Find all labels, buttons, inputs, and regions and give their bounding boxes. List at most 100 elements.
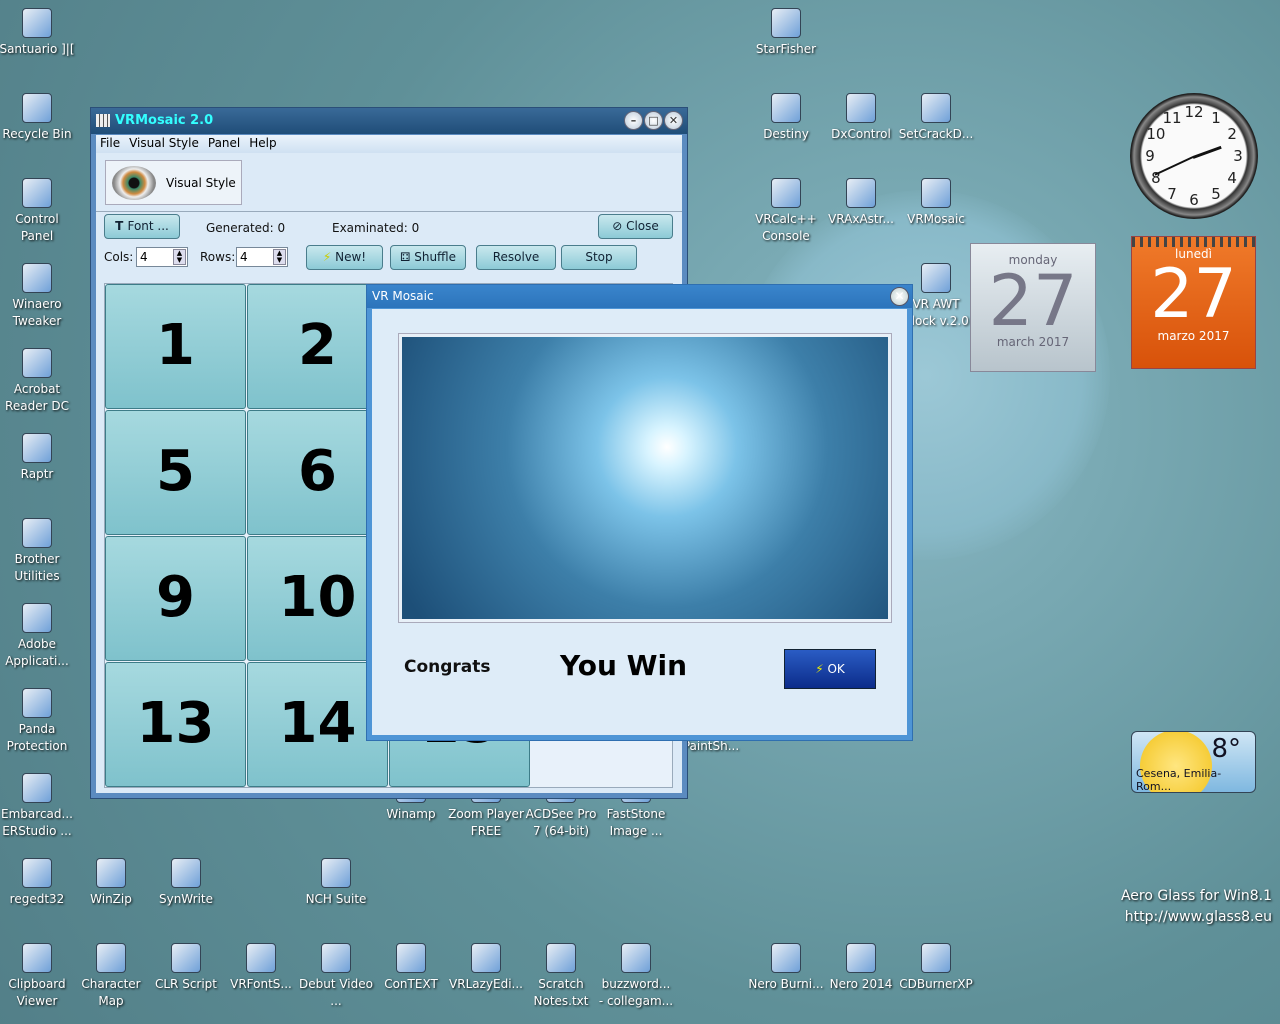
desktop-icon[interactable]: CDBurnerXP bbox=[898, 943, 974, 993]
desktop-icon-label: Character Map bbox=[81, 977, 141, 1008]
desktop-icon-label: Nero 2014 bbox=[829, 977, 893, 991]
app-icon bbox=[846, 178, 876, 208]
desktop-icon[interactable]: VRFontS... bbox=[223, 943, 299, 993]
ok-button[interactable]: ⚡ OK bbox=[784, 649, 876, 689]
menu-help[interactable]: Help bbox=[249, 136, 276, 152]
eye-icon bbox=[112, 165, 156, 200]
desktop-icon-label: FastStone Image ... bbox=[606, 807, 666, 838]
rows-spinner[interactable]: 4 ▲ ▼ bbox=[236, 247, 288, 267]
desktop-icon[interactable]: CLR Script bbox=[148, 943, 224, 993]
desktop-icon-label: Winaero Tweaker bbox=[12, 297, 62, 328]
app-icon bbox=[621, 943, 651, 973]
desktop-icon[interactable]: VRMosaic bbox=[898, 178, 974, 228]
desktop-icon[interactable]: Recycle Bin bbox=[0, 93, 75, 143]
desktop-icon[interactable]: NCH Suite bbox=[298, 858, 374, 908]
close-button[interactable]: ⊘ Close bbox=[598, 214, 673, 239]
desktop-icon-label: SetCrackD... bbox=[898, 127, 974, 141]
app-icon bbox=[321, 943, 351, 973]
desktop-icon[interactable]: Nero 2014 bbox=[823, 943, 899, 993]
visual-style-button[interactable]: Visual Style bbox=[105, 160, 242, 205]
desktop-icon[interactable]: Control Panel bbox=[0, 178, 75, 245]
font-icon: T bbox=[115, 219, 128, 233]
desktop-icon-label: Panda Protection bbox=[6, 722, 68, 753]
desktop-icon[interactable]: SynWrite bbox=[148, 858, 224, 908]
desktop-icon[interactable]: buzzword... - collegam... bbox=[598, 943, 674, 1010]
menu-visual-style[interactable]: Visual Style bbox=[129, 136, 199, 152]
app-icon bbox=[22, 518, 52, 548]
desktop-icon-label: NCH Suite bbox=[305, 892, 367, 906]
weather-gadget: 8° Cesena, Emilia-Rom... bbox=[1131, 731, 1256, 793]
tile-9[interactable]: 9 bbox=[105, 536, 246, 661]
desktop-icon[interactable]: WinZip bbox=[73, 858, 149, 908]
desktop-icon-label: DxControl bbox=[831, 127, 891, 141]
window-title: VRMosaic 2.0 bbox=[115, 113, 214, 128]
app-icon bbox=[96, 114, 110, 127]
desktop-icon[interactable]: Clipboard Viewer bbox=[0, 943, 75, 1010]
desktop-icon[interactable]: Debut Video ... bbox=[298, 943, 374, 1010]
tile-1[interactable]: 1 bbox=[105, 284, 246, 409]
desktop-icon[interactable]: ConTEXT bbox=[373, 943, 449, 993]
desktop-icon-label: ConTEXT bbox=[384, 977, 438, 991]
tile-5[interactable]: 5 bbox=[105, 410, 246, 535]
app-icon bbox=[22, 688, 52, 718]
win-dialog: VR Mosaic ✕ Congrats You Win ⚡ OK bbox=[366, 284, 913, 741]
desktop-icon[interactable]: Adobe Applicati... bbox=[0, 603, 75, 670]
menu-file[interactable]: File bbox=[100, 136, 120, 152]
desktop-icon[interactable]: VRCalc++ Console bbox=[748, 178, 824, 245]
desktop-icon[interactable]: Brother Utilities bbox=[0, 518, 75, 585]
close-window-button[interactable]: ✕ bbox=[664, 111, 683, 130]
desktop-icon[interactable]: StarFisher bbox=[748, 8, 824, 58]
desktop-icon[interactable]: Character Map bbox=[73, 943, 149, 1010]
app-icon bbox=[22, 773, 52, 803]
desktop-icon[interactable]: Panda Protection bbox=[0, 688, 75, 755]
dialog-close-button[interactable]: ✕ bbox=[890, 287, 909, 306]
font-button[interactable]: T Font ... bbox=[104, 214, 180, 239]
new-button[interactable]: ⚡ New! bbox=[306, 245, 383, 270]
desktop-icon-label: ACDSee Pro 7 (64-bit) bbox=[525, 807, 597, 838]
cols-spinner[interactable]: 4 ▲ ▼ bbox=[136, 247, 188, 267]
desktop-icon[interactable]: VRAxAstr... bbox=[823, 178, 899, 228]
desktop-icon[interactable]: SetCrackD... bbox=[898, 93, 974, 143]
desktop-icon[interactable]: Acrobat Reader DC bbox=[0, 348, 75, 415]
spinner-arrows-icon[interactable]: ▲ ▼ bbox=[173, 249, 186, 265]
desktop-icon[interactable]: VRLazyEdi... bbox=[448, 943, 524, 993]
desktop-icon-label: Winamp bbox=[386, 807, 436, 821]
resolve-button[interactable]: Resolve bbox=[476, 245, 556, 270]
desktop-icon-label: StarFisher bbox=[755, 42, 817, 56]
desktop-icon[interactable]: Scratch Notes.txt bbox=[523, 943, 599, 1010]
divider bbox=[96, 211, 682, 212]
desktop-icon[interactable]: Destiny bbox=[748, 93, 824, 143]
app-icon bbox=[96, 943, 126, 973]
menu-bar: File Visual Style Panel Help bbox=[96, 135, 682, 153]
app-icon bbox=[921, 263, 951, 293]
title-bar[interactable]: VRMosaic 2.0 – □ ✕ bbox=[91, 108, 687, 134]
rows-value: 4 bbox=[240, 250, 248, 264]
desktop-icon[interactable]: Winaero Tweaker bbox=[0, 263, 75, 330]
desktop-icon[interactable]: Nero Burni... bbox=[748, 943, 824, 993]
tile-13[interactable]: 13 bbox=[105, 662, 246, 787]
desktop-icon-label: Zoom Player FREE bbox=[448, 807, 524, 838]
stop-button[interactable]: Stop bbox=[561, 245, 637, 270]
desktop-icon[interactable]: Raptr bbox=[0, 433, 75, 483]
app-icon bbox=[96, 858, 126, 888]
shuffle-button[interactable]: ⚃ Shuffle bbox=[390, 245, 466, 270]
desktop-icon[interactable]: DxControl bbox=[823, 93, 899, 143]
desktop-icon[interactable]: Embarcad... ERStudio ... bbox=[0, 773, 75, 840]
spinner-arrows-icon[interactable]: ▲ ▼ bbox=[273, 249, 286, 265]
minimize-button[interactable]: – bbox=[624, 111, 643, 130]
lightning-icon: ⚡ bbox=[815, 662, 828, 676]
desktop-icon[interactable]: Santuario ]|[ bbox=[0, 8, 75, 58]
clock-number: 6 bbox=[1189, 191, 1199, 209]
menu-panel[interactable]: Panel bbox=[208, 136, 240, 152]
desktop-icon-label: buzzword... - collegam... bbox=[598, 977, 674, 1008]
minute-hand bbox=[1154, 156, 1194, 176]
desktop-icon[interactable]: regedt32 bbox=[0, 858, 75, 908]
maximize-button[interactable]: □ bbox=[644, 111, 663, 130]
lightning-icon: ⚡ bbox=[322, 250, 336, 264]
close-label: Close bbox=[626, 219, 659, 233]
dialog-title-bar[interactable]: VR Mosaic ✕ bbox=[367, 285, 912, 308]
app-icon bbox=[22, 263, 52, 293]
picture-image bbox=[402, 337, 888, 619]
desktop-icon-label: WinZip bbox=[90, 892, 132, 906]
app-icon bbox=[771, 93, 801, 123]
